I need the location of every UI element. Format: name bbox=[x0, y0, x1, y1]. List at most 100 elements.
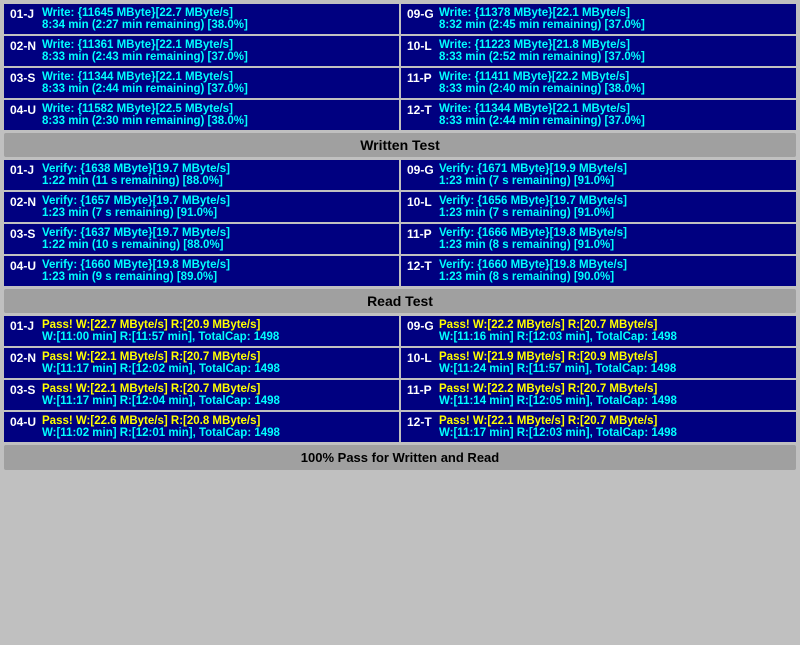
cell-line1: Write: {11223 MByte}[21.8 MByte/s] bbox=[439, 39, 790, 51]
cell-label: 10-L Write: {11223 MByte}[21.8 MByte/s] … bbox=[407, 39, 790, 63]
footer: 100% Pass for Written and Read bbox=[4, 445, 796, 470]
cell-content: Verify: {1656 MByte}[19.7 MByte/s] 1:23 … bbox=[439, 195, 790, 219]
cell-line2: 8:33 min (2:40 min remaining) [38.0%] bbox=[439, 83, 790, 95]
cell-content: Verify: {1657 MByte}[19.7 MByte/s] 1:23 … bbox=[42, 195, 393, 219]
pass-line1: Pass! W:[22.7 MByte/s] R:[20.9 MByte/s] bbox=[42, 319, 393, 331]
verify-grid: 01-J Verify: {1638 MByte}[19.7 MByte/s] … bbox=[4, 160, 796, 286]
cell-content: Write: {11378 MByte}[22.1 MByte/s] 8:32 … bbox=[439, 7, 790, 31]
verify-cell-12-t: 12-T Verify: {1660 MByte}[19.8 MByte/s] … bbox=[401, 256, 796, 286]
cell-label: 04-U Pass! W:[22.6 MByte/s] R:[20.8 MByt… bbox=[10, 415, 393, 439]
cell-content: Pass! W:[21.9 MByte/s] R:[20.9 MByte/s] … bbox=[439, 351, 790, 375]
drive-id: 01-J bbox=[10, 7, 38, 21]
cell-label: 12-T Verify: {1660 MByte}[19.8 MByte/s] … bbox=[407, 259, 790, 283]
pass-line1: Pass! W:[21.9 MByte/s] R:[20.9 MByte/s] bbox=[439, 351, 790, 363]
pass-line1: Pass! W:[22.1 MByte/s] R:[20.7 MByte/s] bbox=[42, 351, 393, 363]
cell-label: 12-T Write: {11344 MByte}[22.1 MByte/s] … bbox=[407, 103, 790, 127]
cell-label: 12-T Pass! W:[22.1 MByte/s] R:[20.7 MByt… bbox=[407, 415, 790, 439]
verify-cell-09-g: 09-G Verify: {1671 MByte}[19.9 MByte/s] … bbox=[401, 160, 796, 190]
cell-label: 01-J Pass! W:[22.7 MByte/s] R:[20.9 MByt… bbox=[10, 319, 393, 343]
cell-content: Pass! W:[22.7 MByte/s] R:[20.9 MByte/s] … bbox=[42, 319, 393, 343]
verify-cell-02-n: 02-N Verify: {1657 MByte}[19.7 MByte/s] … bbox=[4, 192, 399, 222]
write-cell-04-u: 04-U Write: {11582 MByte}[22.5 MByte/s] … bbox=[4, 100, 399, 130]
cell-content: Write: {11344 MByte}[22.1 MByte/s] 8:33 … bbox=[42, 71, 393, 95]
verify-cell-04-u: 04-U Verify: {1660 MByte}[19.8 MByte/s] … bbox=[4, 256, 399, 286]
verify-cell-01-j: 01-J Verify: {1638 MByte}[19.7 MByte/s] … bbox=[4, 160, 399, 190]
cell-line2: 1:23 min (7 s remaining) [91.0%] bbox=[439, 207, 790, 219]
drive-id: 11-P bbox=[407, 227, 435, 241]
cell-label: 04-U Write: {11582 MByte}[22.5 MByte/s] … bbox=[10, 103, 393, 127]
pass-line2: W:[11:14 min] R:[12:05 min], TotalCap: 1… bbox=[439, 395, 790, 407]
drive-id: 09-G bbox=[407, 163, 435, 177]
cell-line1: Verify: {1671 MByte}[19.9 MByte/s] bbox=[439, 163, 790, 175]
cell-line1: Verify: {1666 MByte}[19.8 MByte/s] bbox=[439, 227, 790, 239]
write-cell-10-l: 10-L Write: {11223 MByte}[21.8 MByte/s] … bbox=[401, 36, 796, 66]
cell-line2: 1:22 min (11 s remaining) [88.0%] bbox=[42, 175, 393, 187]
cell-line1: Write: {11344 MByte}[22.1 MByte/s] bbox=[42, 71, 393, 83]
pass-line2: W:[11:00 min] R:[11:57 min], TotalCap: 1… bbox=[42, 331, 393, 343]
cell-line2: 8:34 min (2:27 min remaining) [38.0%] bbox=[42, 19, 393, 31]
pass-cell-01-j: 01-J Pass! W:[22.7 MByte/s] R:[20.9 MByt… bbox=[4, 316, 399, 346]
cell-content: Pass! W:[22.6 MByte/s] R:[20.8 MByte/s] … bbox=[42, 415, 393, 439]
drive-id: 03-S bbox=[10, 383, 38, 397]
cell-content: Pass! W:[22.1 MByte/s] R:[20.7 MByte/s] … bbox=[439, 415, 790, 439]
write-cell-01-j: 01-J Write: {11645 MByte}[22.7 MByte/s] … bbox=[4, 4, 399, 34]
drive-id: 11-P bbox=[407, 383, 435, 397]
drive-id: 12-T bbox=[407, 415, 435, 429]
drive-id: 10-L bbox=[407, 39, 435, 53]
pass-line1: Pass! W:[22.1 MByte/s] R:[20.7 MByte/s] bbox=[439, 415, 790, 427]
drive-id: 04-U bbox=[10, 259, 38, 273]
cell-label: 03-S Verify: {1637 MByte}[19.7 MByte/s] … bbox=[10, 227, 393, 251]
cell-line1: Verify: {1657 MByte}[19.7 MByte/s] bbox=[42, 195, 393, 207]
cell-line1: Write: {11361 MByte}[22.1 MByte/s] bbox=[42, 39, 393, 51]
main-container: 01-J Write: {11645 MByte}[22.7 MByte/s] … bbox=[0, 0, 800, 474]
pass-cell-10-l: 10-L Pass! W:[21.9 MByte/s] R:[20.9 MByt… bbox=[401, 348, 796, 378]
drive-id: 09-G bbox=[407, 7, 435, 21]
drive-id: 03-S bbox=[10, 71, 38, 85]
cell-line2: 8:33 min (2:44 min remaining) [37.0%] bbox=[42, 83, 393, 95]
pass-line2: W:[11:24 min] R:[11:57 min], TotalCap: 1… bbox=[439, 363, 790, 375]
cell-line2: 1:23 min (9 s remaining) [89.0%] bbox=[42, 271, 393, 283]
drive-id: 04-U bbox=[10, 415, 38, 429]
pass-line2: W:[11:17 min] R:[12:03 min], TotalCap: 1… bbox=[439, 427, 790, 439]
cell-label: 10-L Verify: {1656 MByte}[19.7 MByte/s] … bbox=[407, 195, 790, 219]
pass-cell-11-p: 11-P Pass! W:[22.2 MByte/s] R:[20.7 MByt… bbox=[401, 380, 796, 410]
pass-line1: Pass! W:[22.2 MByte/s] R:[20.7 MByte/s] bbox=[439, 319, 790, 331]
cell-content: Write: {11582 MByte}[22.5 MByte/s] 8:33 … bbox=[42, 103, 393, 127]
pass-line2: W:[11:17 min] R:[12:04 min], TotalCap: 1… bbox=[42, 395, 393, 407]
cell-label: 11-P Write: {11411 MByte}[22.2 MByte/s] … bbox=[407, 71, 790, 95]
cell-label: 01-J Verify: {1638 MByte}[19.7 MByte/s] … bbox=[10, 163, 393, 187]
cell-label: 01-J Write: {11645 MByte}[22.7 MByte/s] … bbox=[10, 7, 393, 31]
write-cell-03-s: 03-S Write: {11344 MByte}[22.1 MByte/s] … bbox=[4, 68, 399, 98]
drive-id: 02-N bbox=[10, 39, 38, 53]
cell-content: Verify: {1660 MByte}[19.8 MByte/s] 1:23 … bbox=[439, 259, 790, 283]
drive-id: 02-N bbox=[10, 351, 38, 365]
cell-line1: Write: {11411 MByte}[22.2 MByte/s] bbox=[439, 71, 790, 83]
cell-content: Write: {11344 MByte}[22.1 MByte/s] 8:33 … bbox=[439, 103, 790, 127]
cell-label: 09-G Verify: {1671 MByte}[19.9 MByte/s] … bbox=[407, 163, 790, 187]
cell-label: 11-P Pass! W:[22.2 MByte/s] R:[20.7 MByt… bbox=[407, 383, 790, 407]
cell-content: Verify: {1666 MByte}[19.8 MByte/s] 1:23 … bbox=[439, 227, 790, 251]
drive-id: 10-L bbox=[407, 195, 435, 209]
pass-cell-09-g: 09-G Pass! W:[22.2 MByte/s] R:[20.7 MByt… bbox=[401, 316, 796, 346]
pass-cell-02-n: 02-N Pass! W:[22.1 MByte/s] R:[20.7 MByt… bbox=[4, 348, 399, 378]
cell-label: 09-G Write: {11378 MByte}[22.1 MByte/s] … bbox=[407, 7, 790, 31]
cell-label: 09-G Pass! W:[22.2 MByte/s] R:[20.7 MByt… bbox=[407, 319, 790, 343]
cell-line2: 1:23 min (8 s remaining) [91.0%] bbox=[439, 239, 790, 251]
cell-line2: 8:33 min (2:43 min remaining) [37.0%] bbox=[42, 51, 393, 63]
cell-content: Pass! W:[22.2 MByte/s] R:[20.7 MByte/s] … bbox=[439, 383, 790, 407]
pass-line2: W:[11:17 min] R:[12:02 min], TotalCap: 1… bbox=[42, 363, 393, 375]
write-cell-09-g: 09-G Write: {11378 MByte}[22.1 MByte/s] … bbox=[401, 4, 796, 34]
cell-label: 04-U Verify: {1660 MByte}[19.8 MByte/s] … bbox=[10, 259, 393, 283]
verify-cell-11-p: 11-P Verify: {1666 MByte}[19.8 MByte/s] … bbox=[401, 224, 796, 254]
cell-label: 02-N Pass! W:[22.1 MByte/s] R:[20.7 MByt… bbox=[10, 351, 393, 375]
cell-line2: 1:23 min (7 s remaining) [91.0%] bbox=[42, 207, 393, 219]
write-cell-12-t: 12-T Write: {11344 MByte}[22.1 MByte/s] … bbox=[401, 100, 796, 130]
pass-line2: W:[11:16 min] R:[12:03 min], TotalCap: 1… bbox=[439, 331, 790, 343]
cell-content: Write: {11361 MByte}[22.1 MByte/s] 8:33 … bbox=[42, 39, 393, 63]
cell-line1: Verify: {1638 MByte}[19.7 MByte/s] bbox=[42, 163, 393, 175]
cell-content: Verify: {1660 MByte}[19.8 MByte/s] 1:23 … bbox=[42, 259, 393, 283]
cell-content: Write: {11411 MByte}[22.2 MByte/s] 8:33 … bbox=[439, 71, 790, 95]
cell-line1: Write: {11582 MByte}[22.5 MByte/s] bbox=[42, 103, 393, 115]
cell-content: Verify: {1638 MByte}[19.7 MByte/s] 1:22 … bbox=[42, 163, 393, 187]
write-section: 01-J Write: {11645 MByte}[22.7 MByte/s] … bbox=[4, 4, 796, 130]
